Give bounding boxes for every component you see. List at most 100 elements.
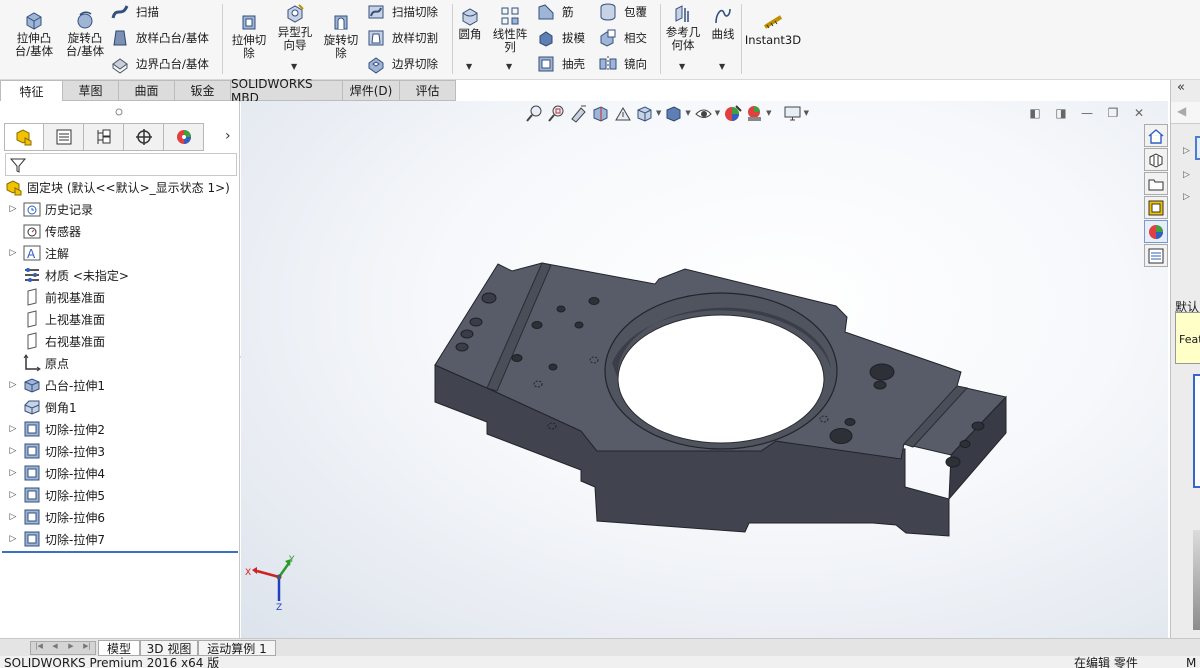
command-manager-ribbon: 拉伸凸台/基体 旋转凸台/基体 扫描 放样凸台/基体 边界凸台/基体 拉伸切除 … (0, 0, 1200, 80)
tab-label: 钣金 (190, 84, 215, 98)
tree-item-boss-extrude1[interactable]: ▷ 凸台-拉伸1 (0, 374, 105, 396)
linear-pattern-dropdown[interactable]: ▼ (506, 62, 512, 71)
tree-item-front-plane[interactable]: 前视基准面 (0, 286, 105, 308)
loft-boss-button[interactable]: 放样凸台/基体 (110, 27, 209, 49)
expand-arrow-icon[interactable]: ▷ (7, 446, 19, 456)
tree-item-origin[interactable]: 原点 (0, 352, 69, 374)
boundary-cut-button[interactable]: 边界切除 (366, 53, 438, 75)
tree-item-cut-extrude6[interactable]: ▷ 切除-拉伸6 (0, 506, 105, 528)
extrude-cut-button[interactable]: 拉伸切除 (228, 11, 270, 60)
tab-evaluate[interactable]: 评估 (400, 80, 456, 101)
last-tab-icon[interactable]: ▶| (79, 642, 95, 654)
tree-item-sensors[interactable]: 传感器 (0, 220, 81, 242)
hole-wizard-button[interactable]: 异型孔向导 (274, 3, 316, 52)
task-pane-design-library[interactable] (1144, 148, 1168, 171)
expand-arrow-icon[interactable]: ▷ (7, 512, 19, 522)
tree-item-right-plane[interactable]: 右视基准面 (0, 330, 105, 352)
tab-surfaces[interactable]: 曲面 (119, 80, 175, 101)
expand-arrow-icon[interactable]: ▷ (7, 534, 19, 544)
task-pane-resources[interactable] (1144, 124, 1168, 147)
tab-property-manager[interactable] (44, 123, 84, 151)
tab-configuration-manager[interactable] (84, 123, 124, 151)
more-tabs-chevron-icon[interactable]: › (225, 128, 231, 144)
reference-geometry-button[interactable]: 参考几何体 (664, 3, 702, 52)
task-pane-custom-properties[interactable] (1144, 244, 1168, 267)
revolve-boss-button[interactable]: 旋转凸台/基体 (61, 9, 109, 58)
tab-feature-tree[interactable] (4, 123, 44, 151)
task-pane-file-explorer[interactable] (1144, 172, 1168, 195)
fixed-block-part-model[interactable] (241, 101, 1168, 638)
tree-item-label: 切除-拉伸7 (45, 532, 105, 547)
back-arrow-icon[interactable]: ◀ (1177, 104, 1186, 118)
fillet-button[interactable]: 圆角 (456, 5, 484, 41)
expand-arrow-icon[interactable]: ▷ (7, 380, 19, 390)
revolve-cut-button[interactable]: 旋转切除 (320, 11, 362, 60)
panel-selected-tile[interactable] (1195, 136, 1200, 160)
rollback-bar[interactable] (2, 551, 238, 553)
tree-item-top-plane[interactable]: 上视基准面 (0, 308, 105, 330)
tab-display-manager[interactable] (164, 123, 204, 151)
tree-item-cut-extrude3[interactable]: ▷ 切除-拉伸3 (0, 440, 105, 462)
sweep-button[interactable]: 扫描 (110, 1, 159, 23)
tree-arrow-icon: ▷ (1183, 192, 1190, 202)
curves-button[interactable]: 曲线 (708, 5, 738, 41)
curves-dropdown[interactable]: ▼ (719, 62, 725, 71)
reference-geometry-dropdown[interactable]: ▼ (679, 62, 685, 71)
graphics-area[interactable]: ▼ ▼ ▼ ▼ ▼ ◧ ◨ — ❐ ✕ X Y Z (241, 101, 1168, 638)
tab-weldments[interactable]: 焊件(D) (343, 80, 400, 101)
pane-grip-icon[interactable] (114, 107, 124, 117)
expand-arrow-icon[interactable]: ▷ (7, 424, 19, 434)
sweep-cut-label: 扫描切除 (392, 5, 438, 19)
tab-sheet-metal[interactable]: 钣金 (175, 80, 231, 101)
intersect-button[interactable]: 相交 (598, 27, 647, 49)
tab-dimxpert-manager[interactable] (124, 123, 164, 151)
collapse-panel-icon[interactable]: « (1177, 80, 1185, 95)
draft-button[interactable]: 拔模 (536, 27, 585, 49)
tree-item-cut-extrude5[interactable]: ▷ 切除-拉伸5 (0, 484, 105, 506)
tree-item-cut-extrude7[interactable]: ▷ 切除-拉伸7 (0, 528, 105, 550)
curves-icon (715, 8, 731, 24)
expand-arrow-icon[interactable]: ▷ (7, 248, 19, 258)
extrude-boss-button[interactable]: 拉伸凸台/基体 (10, 9, 58, 58)
tree-item-chamfer1[interactable]: 倒角1 (0, 396, 77, 418)
tree-item-cut-extrude4[interactable]: ▷ 切除-拉伸4 (0, 462, 105, 484)
linear-pattern-button[interactable]: 线性阵列 (490, 5, 530, 54)
wrap-button[interactable]: 包覆 (598, 1, 647, 23)
tree-root-part[interactable]: 固定块 (默认<<默认>_显示状态 1>) (0, 176, 230, 198)
rib-button[interactable]: 筋 (536, 1, 574, 23)
tree-item-material[interactable]: 材质 <未指定> (0, 264, 129, 286)
tab-motion-study-1[interactable]: 运动算例 1 (198, 640, 276, 656)
fillet-dropdown[interactable]: ▼ (466, 62, 472, 71)
task-pane-appearances[interactable] (1144, 220, 1168, 243)
shell-button[interactable]: 抽壳 (536, 53, 585, 75)
tree-item-annotations[interactable]: ▷ A 注解 (0, 242, 69, 264)
expand-arrow-icon[interactable]: ▷ (7, 468, 19, 478)
task-pane-view-palette[interactable] (1144, 196, 1168, 219)
tree-item-cut-extrude2[interactable]: ▷ 切除-拉伸2 (0, 418, 105, 440)
tree-item-history[interactable]: ▷ 历史记录 (0, 198, 93, 220)
boundary-boss-button[interactable]: 边界凸台/基体 (110, 53, 209, 75)
tab-3d-views[interactable]: 3D 视图 (140, 640, 198, 656)
tab-scroll-controls[interactable]: |◀ ◀ ▶ ▶| (30, 641, 96, 655)
first-tab-icon[interactable]: |◀ (31, 642, 47, 654)
tab-features[interactable]: 特征 (0, 80, 63, 101)
next-tab-icon[interactable]: ▶ (63, 642, 79, 654)
extrude-boss-icon (26, 12, 42, 30)
property-manager-icon (56, 129, 71, 145)
prev-tab-icon[interactable]: ◀ (47, 642, 63, 654)
linear-pattern-icon (501, 7, 519, 25)
tab-model[interactable]: 模型 (98, 640, 140, 656)
expand-arrow-icon[interactable]: ▷ (7, 490, 19, 500)
sweep-cut-button[interactable]: 扫描切除 (366, 1, 438, 23)
status-units-text[interactable]: M (1186, 656, 1196, 668)
instant3d-button[interactable]: Instant3D (745, 11, 801, 47)
tab-sketch[interactable]: 草图 (63, 80, 119, 101)
tree-filter-box[interactable] (5, 153, 237, 176)
loft-cut-button[interactable]: 放样切割 (366, 27, 438, 49)
tab-mbd[interactable]: SOLIDWORKS MBD (231, 77, 343, 105)
mirror-button[interactable]: 镜向 (598, 53, 647, 75)
hole-wizard-dropdown[interactable]: ▼ (291, 62, 297, 71)
feature-tree-icon (16, 129, 32, 146)
expand-arrow-icon[interactable]: ▷ (7, 204, 19, 214)
preview-frame (1193, 374, 1200, 488)
